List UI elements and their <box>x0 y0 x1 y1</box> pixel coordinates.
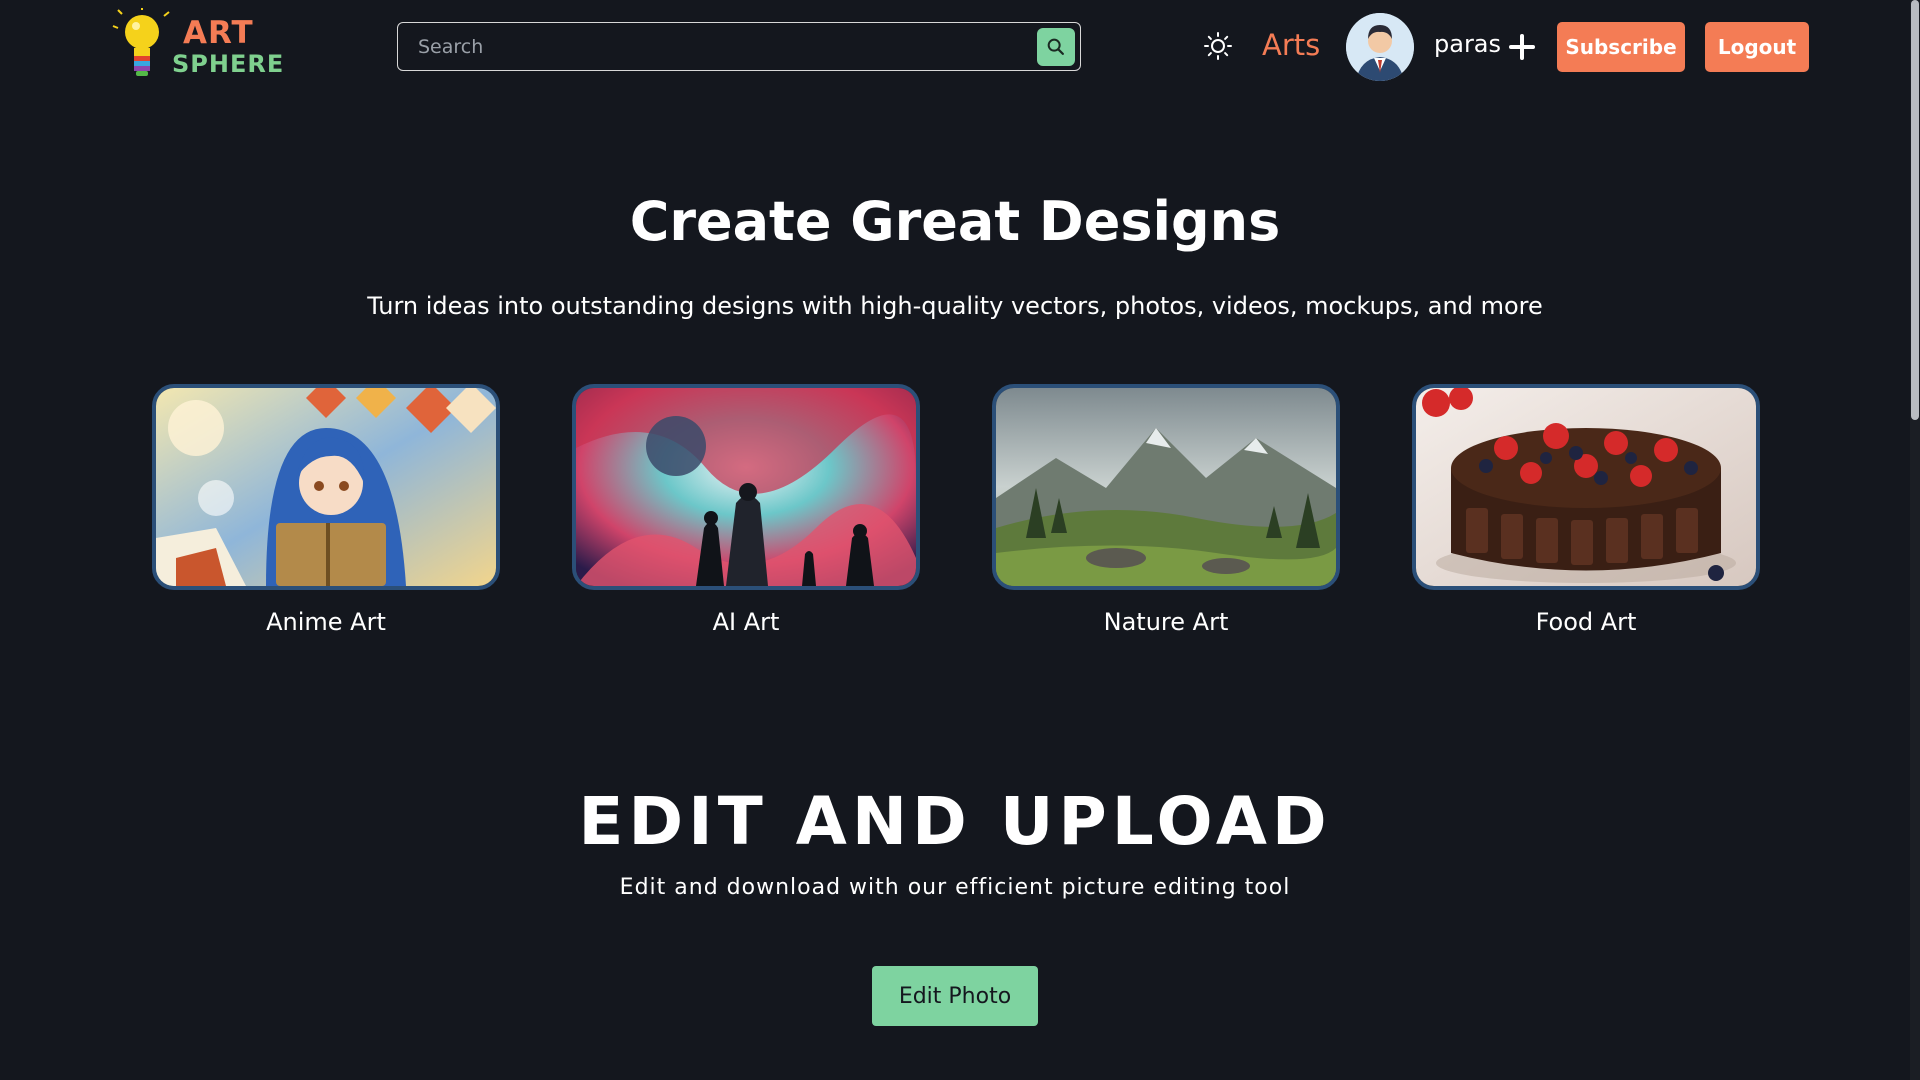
category-card-anime[interactable]: Anime Art <box>152 384 500 636</box>
edit-section-subtitle: Edit and download with our efficient pic… <box>619 875 1291 900</box>
logo-text-art: ART <box>183 15 254 51</box>
site-logo[interactable]: ART SPHERE <box>112 8 283 84</box>
category-label-nature[interactable]: Nature Art <box>992 608 1340 636</box>
search-icon <box>1047 38 1064 55</box>
category-label-food[interactable]: Food Art <box>1412 608 1760 636</box>
plus-icon[interactable] <box>1508 33 1536 61</box>
logout-button[interactable]: Logout <box>1705 22 1809 72</box>
sun-icon[interactable] <box>1203 31 1233 61</box>
edit-photo-button[interactable]: Edit Photo <box>872 966 1038 1026</box>
avatar[interactable] <box>1346 13 1414 81</box>
edit-section-title: EDIT AND UPLOAD <box>578 783 1332 860</box>
category-label-ai[interactable]: AI Art <box>572 608 920 636</box>
search-input[interactable] <box>408 29 1020 65</box>
category-image-nature[interactable] <box>992 384 1340 590</box>
nav-link-arts[interactable]: Arts <box>1262 28 1320 62</box>
user-avatar-icon <box>1346 13 1414 81</box>
search-bar <box>397 22 1081 71</box>
search-button[interactable] <box>1037 28 1075 66</box>
scrollbar-thumb[interactable] <box>1911 0 1919 420</box>
category-card-nature[interactable]: Nature Art <box>992 384 1340 636</box>
bulb-logo-icon <box>112 8 170 76</box>
top-navbar: ART SPHERE Arts <box>0 0 1910 96</box>
username-label[interactable]: paras <box>1434 30 1501 58</box>
subscribe-button[interactable]: Subscribe <box>1557 22 1685 72</box>
category-image-ai[interactable] <box>572 384 920 590</box>
category-image-food[interactable] <box>1412 384 1760 590</box>
category-cards: Anime Art AI Art Nature Art Food Art <box>0 384 1910 644</box>
category-label-anime[interactable]: Anime Art <box>152 608 500 636</box>
category-card-food[interactable]: Food Art <box>1412 384 1760 636</box>
logo-text-sphere: SPHERE <box>172 50 285 78</box>
hero-subtitle: Turn ideas into outstanding designs with… <box>367 292 1543 320</box>
hero-title: Create Great Designs <box>629 190 1281 253</box>
category-image-anime[interactable] <box>152 384 500 590</box>
category-card-ai[interactable]: AI Art <box>572 384 920 636</box>
